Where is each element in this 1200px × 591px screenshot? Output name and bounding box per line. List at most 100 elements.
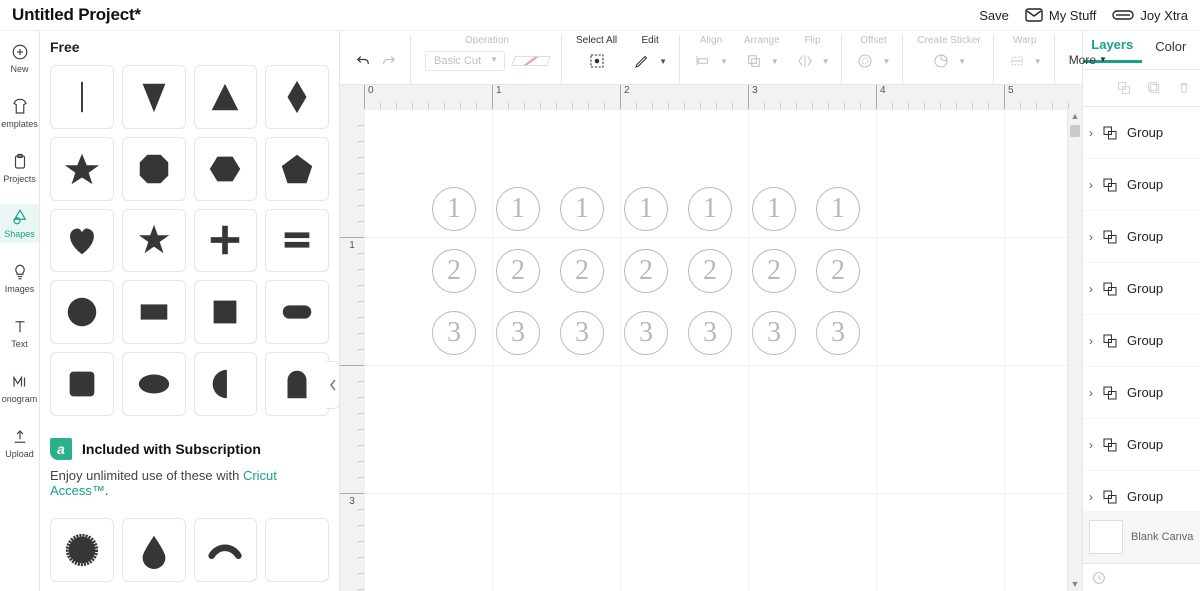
rail-projects[interactable]: Projects <box>0 149 39 188</box>
tb-more[interactable]: More ▼ <box>1063 49 1113 71</box>
rail-new[interactable]: New <box>0 39 39 78</box>
shape-triangle-down[interactable] <box>122 65 186 129</box>
layer-row[interactable]: ›Group <box>1083 419 1200 471</box>
canvas-item[interactable]: 3 <box>752 311 796 355</box>
shape-arch[interactable] <box>265 352 329 416</box>
layer-row[interactable]: ›Group <box>1083 367 1200 419</box>
shape-star[interactable] <box>50 137 114 201</box>
layer-row[interactable]: ›Group <box>1083 315 1200 367</box>
shape-pentagon[interactable] <box>265 137 329 201</box>
layer-row[interactable]: ›Group <box>1083 159 1200 211</box>
shape-half-circle[interactable] <box>194 352 258 416</box>
design-canvas[interactable]: 111111122222223333333 <box>364 109 1082 591</box>
rail-text[interactable]: Text <box>0 314 39 353</box>
panel-collapse-handle[interactable] <box>326 361 340 409</box>
rail-upload[interactable]: Upload <box>0 424 39 463</box>
scroll-down-icon[interactable]: ▼ <box>1068 577 1082 591</box>
history-icon[interactable] <box>1091 570 1107 586</box>
shape-crescent[interactable] <box>265 518 329 582</box>
canvas-item[interactable]: 1 <box>624 187 668 231</box>
align-icon[interactable] <box>694 52 712 70</box>
chevron-right-icon: › <box>1089 490 1093 504</box>
canvas-item[interactable]: 1 <box>752 187 796 231</box>
trash-icon[interactable] <box>1176 80 1192 96</box>
canvas-item[interactable]: 3 <box>432 311 476 355</box>
canvas-item[interactable]: 3 <box>560 311 604 355</box>
canvas-item[interactable]: 1 <box>496 187 540 231</box>
redo-icon[interactable] <box>380 52 398 70</box>
shape-heart[interactable] <box>50 209 114 273</box>
canvas-item[interactable]: 2 <box>496 249 540 293</box>
layer-label: Group <box>1127 437 1163 452</box>
canvas-item[interactable]: 2 <box>688 249 732 293</box>
rail-templates[interactable]: emplates <box>0 94 39 133</box>
canvas-item[interactable]: 2 <box>432 249 476 293</box>
shape-rectangle[interactable] <box>122 280 186 344</box>
tb-sticker-label: Create Sticker <box>917 35 980 46</box>
rail-monogram[interactable]: onogram <box>0 369 39 408</box>
undo-icon[interactable] <box>354 52 372 70</box>
canvas-item[interactable]: 1 <box>816 187 860 231</box>
shape-hexagon[interactable] <box>194 137 258 201</box>
shape-burst[interactable] <box>50 518 114 582</box>
canvas-item[interactable]: 3 <box>496 311 540 355</box>
rail-text-label: Text <box>11 339 28 349</box>
shape-circle[interactable] <box>50 280 114 344</box>
shape-arc[interactable] <box>194 518 258 582</box>
canvas-item[interactable]: 2 <box>624 249 668 293</box>
rail-shapes[interactable]: Shapes <box>0 204 39 243</box>
select-all-icon[interactable] <box>588 52 606 70</box>
shape-line[interactable] <box>50 65 114 129</box>
shape-ellipse[interactable] <box>122 352 186 416</box>
my-stuff-link[interactable]: My Stuff <box>1025 8 1096 23</box>
top-bar: Untitled Project* Save My Stuff Joy Xtra <box>0 0 1200 30</box>
scroll-up-icon[interactable]: ▲ <box>1068 109 1082 123</box>
duplicate-action-icon[interactable] <box>1146 80 1162 96</box>
shape-octagon[interactable] <box>122 137 186 201</box>
group-icon <box>1101 124 1119 142</box>
layer-row[interactable]: ›Group <box>1083 107 1200 159</box>
canvas-item[interactable]: 3 <box>624 311 668 355</box>
flip-icon[interactable] <box>796 52 814 70</box>
blank-canvas-label: Blank Canva <box>1131 531 1193 543</box>
upload-icon <box>11 428 29 446</box>
shape-pill[interactable] <box>265 280 329 344</box>
pencil-icon[interactable] <box>633 52 651 70</box>
save-button[interactable]: Save <box>979 8 1009 23</box>
blank-canvas-row[interactable]: Blank Canva <box>1083 511 1200 563</box>
canvas-item[interactable]: 2 <box>560 249 604 293</box>
shape-plus[interactable] <box>194 209 258 273</box>
canvas-item[interactable]: 1 <box>688 187 732 231</box>
group-action-icon[interactable] <box>1116 80 1132 96</box>
operation-dropdown[interactable]: Basic Cut ▼ <box>425 51 505 71</box>
canvas-item[interactable]: 3 <box>816 311 860 355</box>
layer-row[interactable]: ›Group <box>1083 211 1200 263</box>
warp-icon[interactable] <box>1008 52 1026 70</box>
chevron-down-icon: ▼ <box>958 57 966 66</box>
shape-triangle-up[interactable] <box>194 65 258 129</box>
shape-drop[interactable] <box>122 518 186 582</box>
shape-rounded-square[interactable] <box>50 352 114 416</box>
scroll-thumb[interactable] <box>1070 125 1080 137</box>
rail-images[interactable]: Images <box>0 259 39 298</box>
arrange-icon[interactable] <box>745 52 763 70</box>
layer-row[interactable]: ›Group <box>1083 263 1200 315</box>
chevron-down-icon: ▼ <box>771 57 779 66</box>
shape-diamond[interactable] <box>265 65 329 129</box>
offset-icon[interactable] <box>856 52 874 70</box>
vertical-scrollbar[interactable]: ▲ ▼ <box>1067 109 1082 591</box>
shape-square[interactable] <box>194 280 258 344</box>
layer-row[interactable]: ›Group <box>1083 471 1200 511</box>
operation-color-swatch[interactable] <box>511 56 551 66</box>
machine-selector[interactable]: Joy Xtra <box>1112 8 1188 23</box>
shape-equals[interactable] <box>265 209 329 273</box>
canvas-item[interactable]: 2 <box>752 249 796 293</box>
shape-star-outline[interactable] <box>122 209 186 273</box>
canvas-item[interactable]: 3 <box>688 311 732 355</box>
canvas-item[interactable]: 2 <box>816 249 860 293</box>
ruler-tick <box>340 365 364 368</box>
sticker-icon[interactable] <box>932 52 950 70</box>
canvas-item[interactable]: 1 <box>560 187 604 231</box>
canvas-item[interactable]: 1 <box>432 187 476 231</box>
tab-color[interactable]: Color <box>1142 39 1200 62</box>
